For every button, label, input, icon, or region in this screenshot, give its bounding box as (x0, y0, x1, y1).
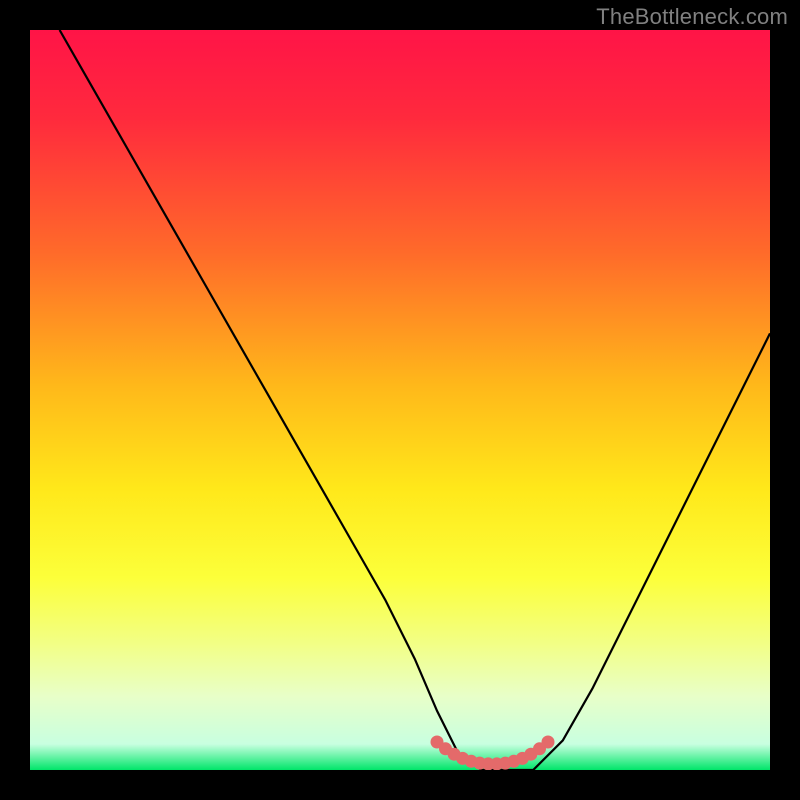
watermark-text: TheBottleneck.com (596, 4, 788, 30)
chart-frame: TheBottleneck.com (0, 0, 800, 800)
optimal-marker-dot (542, 736, 555, 749)
gradient-background (30, 30, 770, 770)
bottleneck-chart (30, 30, 770, 770)
